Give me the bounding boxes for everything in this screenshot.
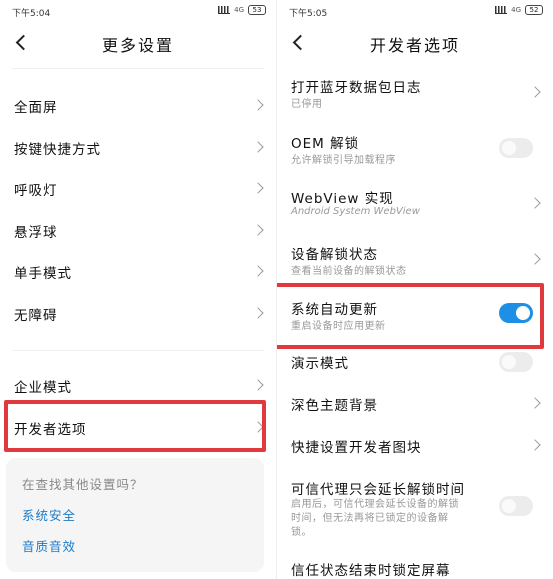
setting-automatic-system-updates[interactable]: 系统自动更新 重启设备时应用更新 <box>277 294 553 340</box>
page-title: 更多设置 <box>101 36 174 55</box>
settings-item-enterprise-mode[interactable]: 企业模式 <box>0 368 276 402</box>
trust-agents-toggle[interactable] <box>499 496 533 516</box>
item-label: 深色主题背景 <box>291 398 378 414</box>
item-label: 开发者选项 <box>14 422 87 438</box>
item-subtitle: 已停用 <box>291 99 323 110</box>
item-label: 打开蓝牙数据包日志 <box>291 80 422 96</box>
item-label: 无障碍 <box>14 308 58 324</box>
settings-item-button-shortcuts[interactable]: 按键快捷方式 <box>0 130 276 164</box>
chevron-right-icon <box>529 197 541 209</box>
other-settings-card: 在查找其他设置吗？ 系统安全 音质音效 <box>6 458 264 572</box>
item-label: 设备解锁状态 <box>291 247 378 263</box>
divider <box>12 68 264 69</box>
chevron-right-icon <box>252 421 264 433</box>
chevron-right-icon <box>529 439 541 451</box>
status-bar: 下午5:05 4G 52 <box>277 0 553 22</box>
item-subtitle-line: 时间，但无法再将已锁定的设备解 <box>291 513 449 524</box>
settings-item-full-screen[interactable]: 全面屏 <box>0 88 276 122</box>
chevron-right-icon <box>252 99 264 111</box>
item-label: 系统自动更新 <box>291 302 378 318</box>
chevron-right-icon <box>252 265 264 277</box>
page-title: 开发者选项 <box>369 36 460 55</box>
item-subtitle: Android System WebView <box>291 206 420 217</box>
signal-icon <box>495 6 508 14</box>
link-system-security[interactable]: 系统安全 <box>22 505 76 524</box>
network-type: 4G <box>234 6 244 14</box>
item-subtitle: 允许解锁引导加载程序 <box>291 155 396 166</box>
item-label: 企业模式 <box>14 380 72 396</box>
status-time: 下午5:04 <box>12 9 51 19</box>
oem-unlock-toggle[interactable] <box>499 138 533 158</box>
title-bar: 开发者选项 <box>277 28 553 58</box>
setting-dark-theme[interactable]: 深色主题背景 <box>277 390 553 416</box>
status-icons: 4G 53 <box>218 5 266 15</box>
setting-quick-settings-tiles[interactable]: 快捷设置开发者图块 <box>277 432 553 458</box>
settings-item-notification-light[interactable]: 呼吸灯 <box>0 171 276 205</box>
chevron-right-icon <box>252 182 264 194</box>
item-subtitle: 重启设备时应用更新 <box>291 321 386 332</box>
more-settings-screen: 下午5:04 4G 53 更多设置 全面屏 按键快捷方式 呼吸灯 悬浮球 单手模… <box>0 0 276 579</box>
setting-device-unlock-status[interactable]: 设备解锁状态 查看当前设备的解锁状态 <box>277 239 553 285</box>
setting-trust-agents-extend-unlock[interactable]: 可信代理只会延长解锁时间 启用后，可信代理会延长设备的解锁 时间，但无法再将已锁… <box>277 474 553 540</box>
item-label: 信任状态结束时锁定屏幕 <box>291 563 451 579</box>
item-label: 全面屏 <box>14 100 58 116</box>
chevron-right-icon <box>252 379 264 391</box>
setting-bluetooth-hci-log[interactable]: 打开蓝牙数据包日志 已停用 <box>277 72 553 118</box>
card-question: 在查找其他设置吗？ <box>22 477 144 492</box>
status-time: 下午5:05 <box>289 9 328 19</box>
setting-webview-implementation[interactable]: WebView 实现 Android System WebView <box>277 183 553 229</box>
setting-lock-screen-on-trust-lost[interactable]: 信任状态结束时锁定屏幕 <box>277 555 553 579</box>
item-label: 快捷设置开发者图块 <box>291 440 422 456</box>
settings-item-floating-ball[interactable]: 悬浮球 <box>0 213 276 247</box>
setting-demo-mode[interactable]: 演示模式 <box>277 350 553 376</box>
item-label: WebView 实现 <box>291 191 394 207</box>
item-label: 呼吸灯 <box>14 183 58 199</box>
divider <box>12 350 264 351</box>
settings-item-one-hand-mode[interactable]: 单手模式 <box>0 254 276 288</box>
battery-icon: 53 <box>248 5 266 15</box>
chevron-right-icon <box>252 224 264 236</box>
item-label: 按键快捷方式 <box>14 142 101 158</box>
item-subtitle-line: 启用后，可信代理会延长设备的解锁 <box>291 499 459 510</box>
item-label: OEM 解锁 <box>291 136 360 152</box>
chevron-right-icon <box>529 397 541 409</box>
demo-mode-toggle[interactable] <box>499 352 533 372</box>
chevron-right-icon <box>529 253 541 265</box>
automatic-updates-toggle[interactable] <box>499 303 533 323</box>
item-subtitle-line: 锁。 <box>291 527 312 538</box>
developer-options-screen: 下午5:05 4G 52 开发者选项 打开蓝牙数据包日志 已停用 OEM 解锁 … <box>277 0 553 579</box>
settings-item-developer-options[interactable]: 开发者选项 <box>0 410 276 444</box>
item-label: 演示模式 <box>291 356 349 372</box>
network-type: 4G <box>511 6 521 14</box>
battery-icon: 52 <box>525 5 543 15</box>
item-label: 悬浮球 <box>14 225 58 241</box>
chevron-right-icon <box>529 86 541 98</box>
status-icons: 4G 52 <box>495 5 543 15</box>
chevron-right-icon <box>252 141 264 153</box>
item-subtitle: 查看当前设备的解锁状态 <box>291 266 407 277</box>
setting-oem-unlock[interactable]: OEM 解锁 允许解锁引导加载程序 <box>277 128 553 174</box>
item-label: 单手模式 <box>14 266 72 282</box>
chevron-right-icon <box>252 307 264 319</box>
link-sound-effects[interactable]: 音质音效 <box>22 536 76 555</box>
status-bar: 下午5:04 4G 53 <box>0 0 276 22</box>
signal-icon <box>218 6 231 14</box>
title-bar: 更多设置 <box>0 28 276 58</box>
settings-item-accessibility[interactable]: 无障碍 <box>0 296 276 330</box>
